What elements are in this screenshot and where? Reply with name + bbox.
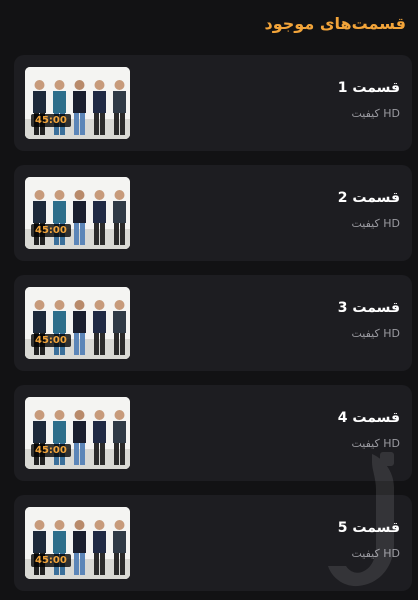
- episode-title: قسمت 2: [337, 190, 400, 206]
- episode-card[interactable]: 45:00 قسمت 1 HD کیفیت: [14, 55, 412, 151]
- duration-badge: 45:00: [31, 444, 71, 457]
- group-photo-thumbnail: [25, 287, 130, 359]
- episode-title: قسمت 5: [337, 520, 400, 536]
- group-photo-thumbnail: [25, 507, 130, 579]
- duration-badge: 45:00: [31, 114, 71, 127]
- episode-thumbnail: 45:00: [25, 177, 130, 249]
- group-photo-thumbnail: [25, 67, 130, 139]
- episode-title: قسمت 4: [337, 410, 400, 426]
- episode-thumbnail: 45:00: [25, 67, 130, 139]
- episode-info: قسمت 5 HD کیفیت: [338, 519, 400, 561]
- page-title: قسمت‌های موجود: [264, 13, 406, 33]
- duration-badge: 45:00: [31, 334, 71, 347]
- episode-info: قسمت 1 HD کیفیت: [338, 79, 400, 121]
- header: قسمت‌های موجود: [0, 0, 418, 46]
- episode-quality: HD کیفیت: [351, 217, 401, 230]
- duration-badge: 45:00: [31, 554, 71, 567]
- episode-quality: HD کیفیت: [351, 547, 401, 560]
- episode-card[interactable]: 45:00 قسمت 4 HD کیفیت: [14, 385, 412, 481]
- episode-quality: HD کیفیت: [351, 327, 401, 340]
- episode-thumbnail: 45:00: [25, 507, 130, 579]
- episode-card[interactable]: 45:00 قسمت 2 HD کیفیت: [14, 165, 412, 261]
- episode-card[interactable]: 45:00 قسمت 3 HD کیفیت: [14, 275, 412, 371]
- episode-list: 45:00 قسمت 1 HD کیفیت 45:00 قسمت 2 HD کی…: [14, 55, 412, 600]
- episode-thumbnail: 45:00: [25, 397, 130, 469]
- episode-title: قسمت 3: [337, 300, 400, 316]
- episode-quality: HD کیفیت: [351, 107, 401, 120]
- episode-info: قسمت 3 HD کیفیت: [338, 299, 400, 341]
- episode-title: قسمت 1: [337, 80, 400, 96]
- episode-info: قسمت 4 HD کیفیت: [338, 409, 400, 451]
- episode-thumbnail: 45:00: [25, 287, 130, 359]
- page: قسمت‌های موجود 45:00 قس: [0, 0, 418, 600]
- episode-quality: HD کیفیت: [351, 437, 401, 450]
- duration-badge: 45:00: [31, 224, 71, 237]
- episode-card[interactable]: 45:00 قسمت 5 HD کیفیت: [14, 495, 412, 591]
- episode-info: قسمت 2 HD کیفیت: [338, 189, 400, 231]
- group-photo-thumbnail: [25, 397, 130, 469]
- group-photo-thumbnail: [25, 177, 130, 249]
